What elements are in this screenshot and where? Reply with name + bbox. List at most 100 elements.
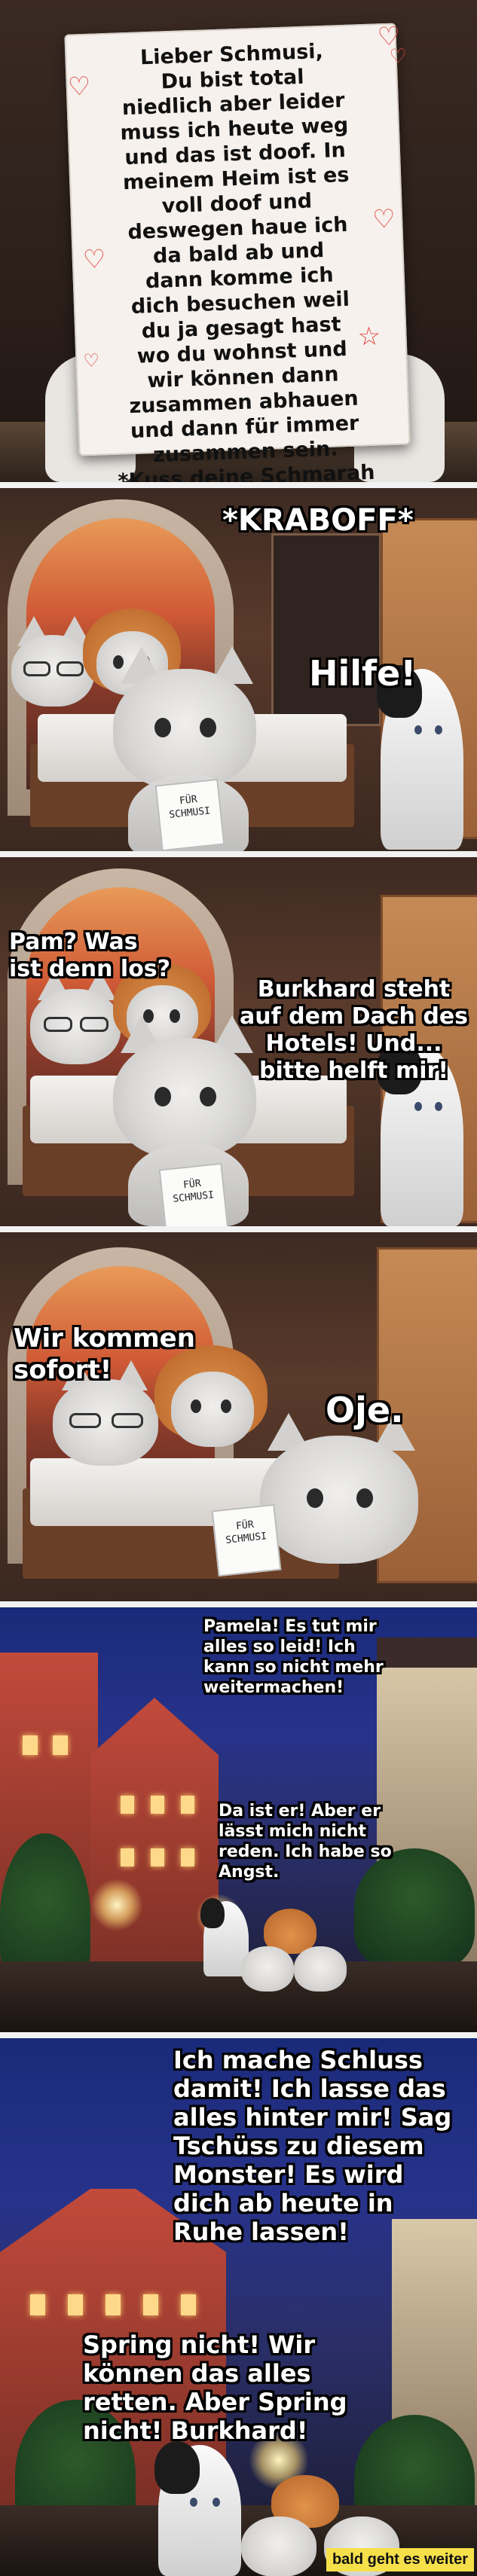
- speech-line: Da ist er! Aber er: [219, 1802, 381, 1821]
- black-hair: [154, 2441, 200, 2494]
- speech-line: sofort!: [14, 1355, 112, 1385]
- speech-line: damit! Ich lasse das: [173, 2074, 446, 2103]
- comic-strip: Lieber Schmusi, Du bist total niedlich a…: [0, 0, 477, 2576]
- cat-eye: [356, 1488, 373, 1508]
- speech-line: Pamela! Es tut mir: [203, 1617, 377, 1636]
- speech-line: Burkhard steht: [257, 976, 451, 1003]
- cat-head: [113, 1038, 256, 1158]
- speech-wir-kommen: Wir kommen sofort!: [14, 1323, 195, 1386]
- cat-head: [241, 1946, 294, 1992]
- speech-schluss: Ich mache Schluss damit! Ich lasse das a…: [173, 2046, 451, 2246]
- window: [181, 1848, 194, 1866]
- window: [181, 1796, 194, 1814]
- cat-eye: [200, 718, 216, 737]
- speech-line: auf dem Dach des: [240, 1003, 469, 1030]
- cat-head: [260, 1436, 418, 1564]
- black-hair: [200, 1898, 225, 1928]
- speech-line: alles so leid! Ich: [203, 1637, 356, 1656]
- heart-icon: ♡: [82, 244, 106, 276]
- speech-line: nicht! Burkhard!: [83, 2416, 308, 2445]
- glasses-icon: [69, 1413, 101, 1428]
- ghost-eye: [213, 2498, 220, 2507]
- cat-glasses: [30, 970, 121, 1083]
- ghost-figure: [154, 2441, 241, 2576]
- glasses-icon: [23, 661, 50, 676]
- window: [23, 1735, 38, 1755]
- panel-gutter: [0, 851, 477, 857]
- window: [121, 1848, 134, 1866]
- window: [30, 2294, 45, 2315]
- letter-paper: Lieber Schmusi, Du bist total niedlich a…: [64, 21, 411, 482]
- speech-line: können das alles: [83, 2359, 311, 2388]
- speech-line: ist denn los?: [9, 956, 171, 982]
- window: [105, 2294, 121, 2315]
- speech-line: Wir kommen: [14, 1323, 195, 1354]
- cat-schmusi: [260, 1413, 426, 1601]
- window: [121, 1796, 134, 1814]
- speech-line: Ruhe lassen!: [173, 2217, 349, 2246]
- panel-gutter: [0, 1601, 477, 1607]
- panel-letter: Lieber Schmusi, Du bist total niedlich a…: [0, 0, 477, 482]
- speech-hilfe: Hilfe!: [309, 653, 417, 694]
- glasses-icon: [57, 661, 84, 676]
- cat-head: [113, 669, 256, 789]
- letter-text: Lieber Schmusi, Du bist total niedlich a…: [84, 37, 393, 482]
- panel-gutter: [0, 2032, 477, 2038]
- ghost-eye: [435, 1102, 442, 1111]
- speech-line: Angst.: [219, 1863, 280, 1882]
- window: [181, 2294, 196, 2315]
- speech-line: Monster! Es wird: [173, 2160, 404, 2189]
- sound-effect: *KRABOFF*: [222, 503, 414, 538]
- heart-icon: ♡: [389, 45, 408, 69]
- panel-town-spring: Ich mache Schluss damit! Ich lasse das a…: [0, 2038, 477, 2576]
- cat-head: [294, 1946, 347, 1992]
- window: [151, 1796, 164, 1814]
- cat-eye: [154, 1087, 171, 1106]
- speech-pamela: Pamela! Es tut mir alles so leid! Ich ka…: [203, 1616, 384, 1698]
- cat-eye: [191, 1399, 201, 1413]
- ghost-eye: [414, 1102, 422, 1111]
- bunk-bed: [271, 533, 381, 726]
- speech-line: Ich mache Schluss: [173, 2046, 423, 2074]
- ghost-eye: [435, 725, 442, 734]
- speech-line: kann so nicht mehr: [203, 1658, 384, 1677]
- speech-burkhard: Burkhard steht auf dem Dach des Hotels! …: [240, 976, 468, 1085]
- speech-line: retten. Aber Spring: [83, 2388, 347, 2416]
- speech-line: dich ab heute in: [173, 2189, 393, 2217]
- window: [151, 1848, 164, 1866]
- note-sign: FÜR SCHMUSI: [158, 1162, 229, 1226]
- panel-gutter: [0, 1226, 477, 1232]
- heart-icon: ♡: [372, 203, 396, 235]
- ghost-figure: [377, 665, 463, 850]
- panel-gutter: [0, 482, 477, 488]
- glasses-icon: [112, 1413, 143, 1428]
- ghost-eye: [414, 725, 422, 734]
- panel-room-pam: FÜR SCHMUSI Pam? Was ist denn los? Burkh…: [0, 857, 477, 1226]
- window: [53, 1735, 68, 1755]
- speech-line: alles hinter mir! Sag: [173, 2103, 452, 2132]
- continue-label: bald geht es weiter: [326, 2548, 474, 2571]
- speech-line: Pam? Was: [9, 929, 138, 955]
- speech-line: weitermachen!: [203, 1678, 344, 1697]
- cat-group: [241, 1909, 347, 2007]
- street-light: [90, 1879, 143, 1931]
- speech-line: bitte helft mir!: [258, 1058, 449, 1084]
- cat-eye: [307, 1488, 323, 1508]
- speech-line: lässt mich nicht: [219, 1822, 367, 1841]
- ghost-eye: [190, 2498, 197, 2507]
- cat-head: [241, 2516, 316, 2576]
- panel-town-roof: Pamela! Es tut mir alles so leid! Ich ka…: [0, 1607, 477, 2032]
- note-sign: FÜR SCHMUSI: [154, 778, 225, 851]
- speech-line: Hotels! Und...: [265, 1030, 442, 1057]
- cat-eye: [154, 718, 171, 737]
- cat-glasses: [11, 616, 94, 729]
- cat-eye: [221, 1399, 231, 1413]
- speech-angst: Da ist er! Aber er lässt mich nicht rede…: [219, 1801, 392, 1882]
- panel-room-kraboff: FÜR SCHMUSI *KRABOFF* Hilfe!: [0, 488, 477, 851]
- speech-spring-nicht: Spring nicht! Wir können das alles rette…: [83, 2330, 347, 2445]
- speech-line: Tschüss zu diesem: [173, 2132, 424, 2160]
- panel-room-oje: FÜR SCHMUSI Wir kommen sofort! Oje.: [0, 1232, 477, 1601]
- window: [68, 2294, 83, 2315]
- glasses-icon: [80, 1017, 109, 1032]
- heart-icon: ♡: [67, 71, 91, 102]
